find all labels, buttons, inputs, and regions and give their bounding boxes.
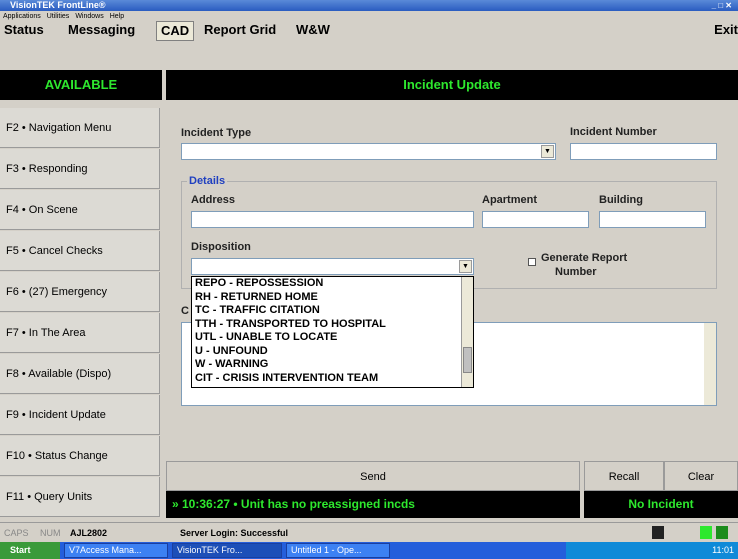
generate-report-checkbox[interactable] [528,258,536,266]
disposition-label: Disposition [191,241,251,253]
fkey-navigation-menu[interactable]: F2 • Navigation Menu [0,108,160,148]
fkey-cancel-checks[interactable]: F5 • Cancel Checks [0,231,160,271]
incident-type-label: Incident Type [181,127,252,139]
generate-report-label-2: Number [555,266,597,278]
window-controls[interactable]: _ □ ✕ [712,0,732,11]
dropdown-scrollbar[interactable] [461,277,473,387]
server-status: Server Login: Successful [180,528,289,538]
list-item[interactable]: RH - RETURNED HOME [192,291,473,305]
num-indicator: NUM [40,528,61,538]
disposition-dropdown-list[interactable]: REPO - REPOSSESSION RH - RETURNED HOME T… [191,276,474,388]
building-field[interactable] [599,211,706,228]
address-label: Address [191,194,236,206]
status-message: » 10:36:27 • Unit has no preassigned inc… [166,491,580,518]
recall-button[interactable]: Recall [584,461,664,491]
send-button[interactable]: Send [166,461,580,491]
chevron-down-icon[interactable]: ▼ [459,260,472,273]
disposition-select[interactable]: ▼ [191,258,474,275]
fkey-incident-update[interactable]: F9 • Incident Update [0,395,160,435]
address-field[interactable] [191,211,474,228]
status-bar: CAPS NUM AJL2802 Server Login: Successfu… [0,522,738,542]
system-tray: 11:01 [566,542,738,559]
unit-id: AJL2802 [70,528,108,538]
window-title-bar: VisionTEK FrontLine® _ □ ✕ [0,0,738,11]
incident-type-select[interactable]: ▼ [181,143,556,160]
availability-status: AVAILABLE [0,70,162,100]
window-title: VisionTEK FrontLine® [10,0,106,10]
tab-report-grid[interactable]: Report Grid [204,22,276,38]
power-icon [700,526,712,539]
generate-report-label: Generate Report [541,252,628,264]
tab-w-and-w[interactable]: W&W [296,22,330,38]
list-item[interactable]: REPO - REPOSSESSION [192,277,473,291]
page-title: Incident Update [166,70,738,100]
incident-number-label: Incident Number [570,126,657,138]
list-item[interactable]: TC - TRAFFIC CITATION [192,304,473,318]
clock: 11:01 [712,545,734,555]
menu-applications[interactable]: Applications [3,13,41,20]
list-item[interactable]: TTH - TRANSPORTED TO HOSPITAL [192,318,473,332]
tab-status[interactable]: Status [4,22,44,38]
menu-windows[interactable]: Windows [75,13,103,20]
building-label: Building [599,194,643,206]
lock-icon [652,526,664,539]
fkey-query-units[interactable]: F11 • Query Units [0,477,160,517]
start-button[interactable]: Start [0,542,60,559]
chevron-down-icon[interactable]: ▼ [541,145,554,158]
taskbar: Start V7Access Mana... VisionTEK Fro... … [0,542,738,559]
comments-label: C [181,305,189,317]
list-item[interactable]: W - WARNING [192,358,473,372]
vision-icon [716,526,728,539]
menu-bar: Applications Utilities Windows Help [0,11,738,22]
incident-status: No Incident [584,491,738,518]
fkey-on-scene[interactable]: F4 • On Scene [0,190,160,230]
list-item[interactable]: CIT - CRISIS INTERVENTION TEAM [192,372,473,386]
fkey-emergency[interactable]: F6 • (27) Emergency [0,272,160,312]
fkey-in-the-area[interactable]: F7 • In The Area [0,313,160,353]
fkey-available-dispo[interactable]: F8 • Available (Dispo) [0,354,160,394]
menu-help[interactable]: Help [110,13,124,20]
task-visiontek[interactable]: VisionTEK Fro... [172,543,282,558]
clear-button[interactable]: Clear [664,461,738,491]
scroll-thumb[interactable] [463,347,472,373]
list-item[interactable]: U - UNFOUND [192,345,473,359]
caps-indicator: CAPS [4,528,29,538]
comments-scrollbar[interactable] [704,323,716,405]
incident-number-field[interactable] [570,143,717,160]
exit-button[interactable]: Exit [714,22,738,37]
details-label: Details [187,175,228,187]
task-v7access[interactable]: V7Access Mana... [64,543,168,558]
fkey-status-change[interactable]: F10 • Status Change [0,436,160,476]
menu-utilities[interactable]: Utilities [47,13,70,20]
fkey-responding[interactable]: F3 • Responding [0,149,160,189]
list-item[interactable]: UTL - UNABLE TO LOCATE [192,331,473,345]
tab-cad[interactable]: CAD [156,21,195,41]
apartment-label: Apartment [482,194,538,206]
tab-messaging[interactable]: Messaging [68,22,135,38]
task-untitled[interactable]: Untitled 1 - Ope... [286,543,390,558]
apartment-field[interactable] [482,211,589,228]
